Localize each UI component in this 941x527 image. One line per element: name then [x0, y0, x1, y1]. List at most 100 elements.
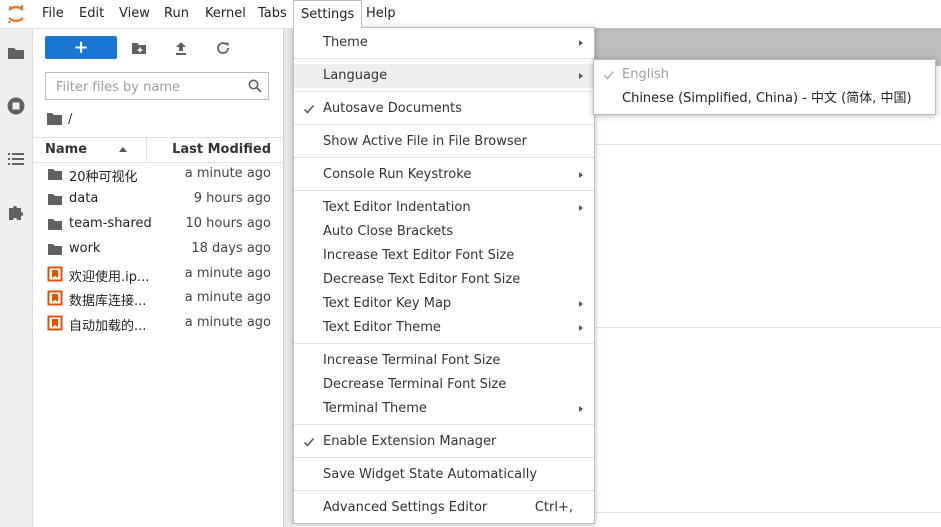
column-divider	[146, 138, 147, 162]
menu-item-save-widget-state[interactable]: Save Widget State Automatically	[294, 463, 594, 487]
menu-item-increase-editor-font[interactable]: Increase Text Editor Font Size	[294, 244, 594, 268]
language-option-english[interactable]: English	[594, 63, 935, 87]
file-name: team-shared	[69, 216, 152, 231]
toc-icon[interactable]	[6, 149, 26, 169]
menu-separator	[294, 91, 594, 92]
menu-item-label: Autosave Documents	[323, 101, 462, 116]
running-icon[interactable]	[6, 96, 26, 116]
menu-item-text-editor-theme[interactable]: Text Editor Theme	[294, 316, 594, 340]
jupyter-logo-icon[interactable]	[6, 4, 26, 24]
menu-item-theme[interactable]: Theme	[294, 31, 594, 55]
language-option-label: Chinese (Simplified, China) - 中文 (简体, 中国…	[622, 91, 912, 106]
file-name: 自动加载的...	[69, 319, 147, 334]
breadcrumb-root[interactable]: /	[68, 112, 72, 127]
checkmark-icon	[603, 71, 615, 80]
file-list-header: Name Last Modified	[33, 137, 283, 163]
submenu-arrow-icon	[579, 406, 583, 412]
menu-item-label: Text Editor Key Map	[323, 296, 452, 311]
submenu-arrow-icon	[579, 205, 583, 211]
language-option-label: English	[622, 67, 669, 82]
column-header-last-modified[interactable]: Last Modified	[172, 142, 271, 157]
menu-item-advanced-settings-editor[interactable]: Advanced Settings Editor Ctrl+,	[294, 496, 594, 520]
breadcrumb-folder-icon[interactable]	[47, 112, 62, 125]
submenu-arrow-icon	[579, 172, 583, 178]
file-row[interactable]: 20种可视化 a minute ago	[33, 162, 283, 186]
menu-separator	[294, 343, 594, 344]
menu-kernel[interactable]: Kernel	[198, 0, 253, 28]
notebook-icon	[47, 266, 63, 282]
left-sidebar-rail	[0, 29, 33, 527]
menu-item-enable-extension-manager[interactable]: Enable Extension Manager	[294, 430, 594, 454]
file-row[interactable]: team-shared 10 hours ago	[33, 212, 283, 236]
menu-item-decrease-editor-font[interactable]: Decrease Text Editor Font Size	[294, 268, 594, 292]
menu-item-increase-terminal-font[interactable]: Increase Terminal Font Size	[294, 349, 594, 373]
menu-separator	[294, 457, 594, 458]
menu-item-show-active-file[interactable]: Show Active File in File Browser	[294, 130, 594, 154]
menu-item-label: Increase Terminal Font Size	[323, 353, 501, 368]
main-divider	[596, 327, 941, 328]
menu-item-label: Decrease Terminal Font Size	[323, 377, 507, 392]
menu-edit[interactable]: Edit	[72, 0, 111, 28]
submenu-arrow-icon	[579, 301, 583, 307]
submenu-arrow-icon	[579, 40, 583, 46]
refresh-icon[interactable]	[215, 40, 231, 56]
file-name: work	[69, 241, 101, 256]
menu-tabs[interactable]: Tabs	[251, 0, 294, 28]
new-launcher-button[interactable]: +	[45, 36, 117, 59]
menu-item-auto-close-brackets[interactable]: Auto Close Brackets	[294, 220, 594, 244]
file-filter-input[interactable]	[54, 74, 248, 100]
search-icon	[248, 79, 262, 93]
file-modified: 10 hours ago	[185, 216, 271, 231]
menu-settings[interactable]: Settings	[293, 0, 363, 28]
file-name: 欢迎使用.ip...	[69, 270, 150, 285]
submenu-arrow-icon	[579, 325, 583, 331]
new-folder-icon[interactable]	[131, 40, 147, 56]
file-name: 20种可视化	[69, 170, 138, 185]
language-submenu: English Chinese (Simplified, China) - 中文…	[593, 59, 936, 115]
menu-item-label: Increase Text Editor Font Size	[323, 248, 515, 263]
checkmark-icon	[303, 105, 315, 114]
menu-file[interactable]: File	[35, 0, 71, 28]
notebook-icon	[47, 315, 63, 331]
menu-run[interactable]: Run	[157, 0, 196, 28]
file-modified: a minute ago	[184, 166, 271, 181]
menu-item-terminal-theme[interactable]: Terminal Theme	[294, 397, 594, 421]
menu-separator	[294, 190, 594, 191]
file-row[interactable]: 自动加载的... a minute ago	[33, 311, 283, 335]
menu-separator	[294, 58, 594, 59]
file-row[interactable]: 数据库连接... a minute ago	[33, 286, 283, 310]
file-row[interactable]: work 18 days ago	[33, 237, 283, 261]
menu-item-label: Terminal Theme	[323, 401, 427, 416]
menu-item-decrease-terminal-font[interactable]: Decrease Terminal Font Size	[294, 373, 594, 397]
menu-item-autosave[interactable]: Autosave Documents	[294, 97, 594, 121]
file-row[interactable]: 欢迎使用.ip... a minute ago	[33, 262, 283, 286]
file-browser-panel: + / Name Last Modified 20种可视化 a minute a…	[33, 29, 283, 527]
folder-icon	[48, 169, 62, 180]
file-modified: 18 days ago	[191, 241, 271, 256]
menu-help[interactable]: Help	[359, 0, 403, 28]
menu-item-text-editor-indentation[interactable]: Text Editor Indentation	[294, 196, 594, 220]
menu-item-label: Decrease Text Editor Font Size	[323, 272, 521, 287]
file-row[interactable]: data 9 hours ago	[33, 187, 283, 211]
menu-item-console-run-keystroke[interactable]: Console Run Keystroke	[294, 163, 594, 187]
menu-view[interactable]: View	[112, 0, 157, 28]
extension-icon[interactable]	[6, 202, 26, 222]
sort-ascending-icon	[119, 147, 127, 152]
file-modified: a minute ago	[184, 290, 271, 305]
folder-icon[interactable]	[6, 43, 26, 63]
upload-icon[interactable]	[173, 40, 189, 56]
breadcrumb: /	[47, 112, 72, 128]
menu-separator	[294, 424, 594, 425]
notebook-icon	[47, 290, 63, 306]
menu-separator	[294, 157, 594, 158]
file-name: 数据库连接...	[69, 294, 147, 309]
language-option-chinese[interactable]: Chinese (Simplified, China) - 中文 (简体, 中国…	[594, 87, 935, 111]
menu-item-language[interactable]: Language	[294, 64, 594, 88]
folder-icon	[48, 219, 62, 230]
column-header-name[interactable]: Name	[45, 142, 87, 157]
menu-item-label: Console Run Keystroke	[323, 167, 472, 182]
menu-item-text-editor-key-map[interactable]: Text Editor Key Map	[294, 292, 594, 316]
file-modified: 9 hours ago	[193, 191, 271, 206]
keyboard-shortcut: Ctrl+,	[534, 500, 573, 515]
panel-splitter[interactable]	[283, 29, 293, 527]
